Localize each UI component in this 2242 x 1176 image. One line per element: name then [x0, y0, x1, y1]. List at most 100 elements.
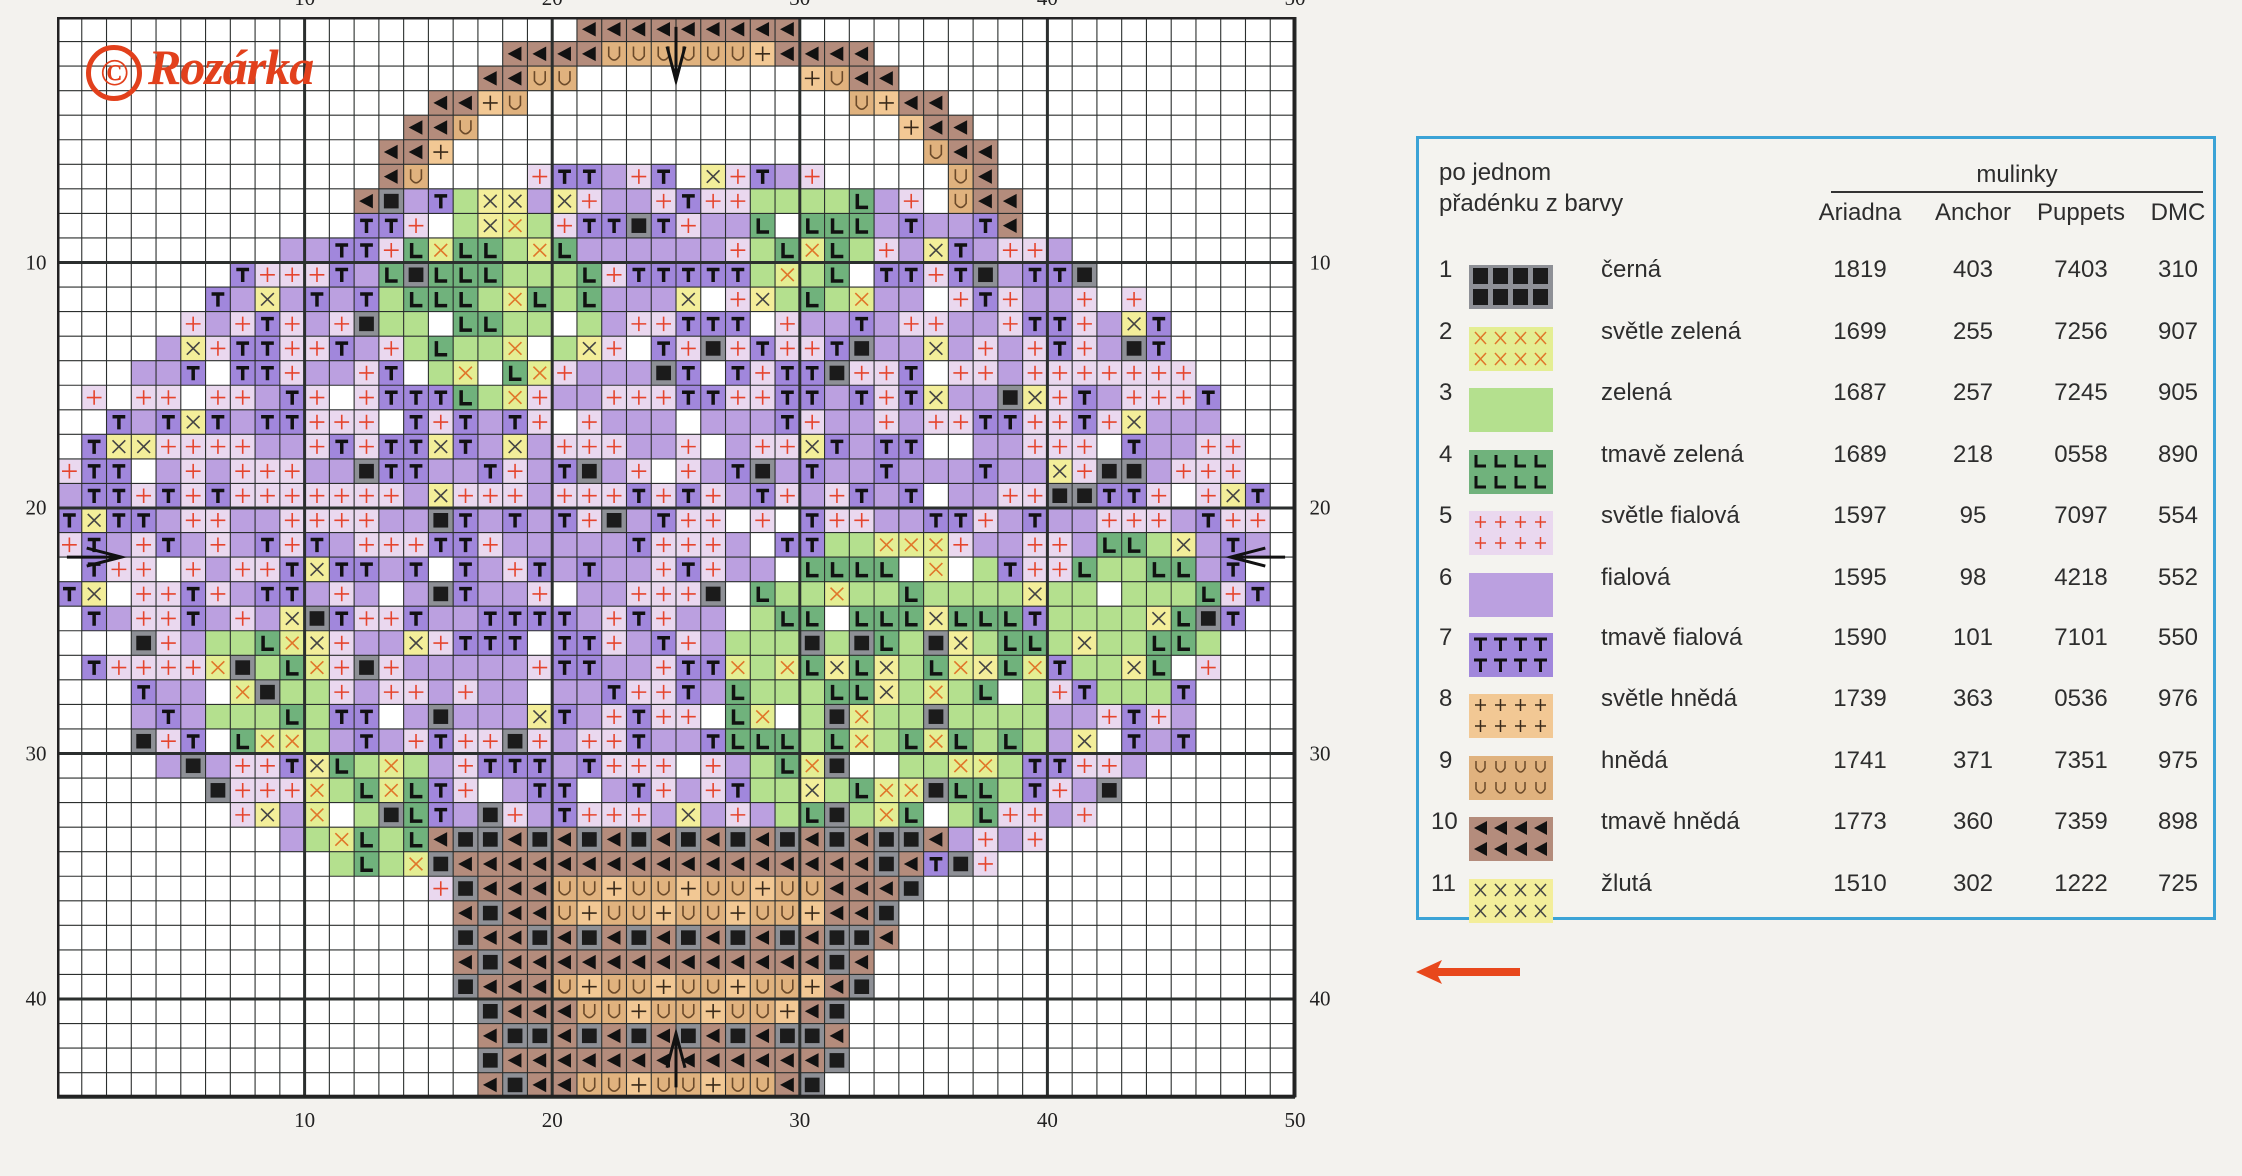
- stitch-6: [477, 679, 503, 705]
- stitch-7: [106, 409, 132, 435]
- stitch-6: [1096, 311, 1122, 337]
- stitch-1: [874, 827, 899, 852]
- stitch-5: [230, 557, 256, 582]
- stitch-7: [1245, 483, 1271, 508]
- stitch-8: [626, 1072, 652, 1098]
- stitch-10: [527, 949, 553, 975]
- stitch-4: [725, 679, 751, 705]
- stitch-3: [948, 802, 974, 828]
- stitch-10: [502, 66, 528, 91]
- stitch-6: [453, 655, 478, 680]
- stitch-6: [354, 630, 379, 656]
- stitch-5: [354, 385, 379, 410]
- stitch-7: [403, 434, 429, 459]
- ariadna-code: 1510: [1833, 870, 1887, 897]
- stitch-8: [725, 974, 751, 999]
- stitch-9: [576, 876, 602, 901]
- stitch-3: [849, 237, 875, 263]
- stitch-6: [552, 557, 577, 582]
- stitch-1: [799, 1072, 825, 1098]
- stitch-7: [81, 458, 107, 484]
- stitch-5: [156, 434, 181, 459]
- stitch-10: [477, 1023, 503, 1049]
- stitch-7: [626, 778, 652, 803]
- stitch-5: [329, 679, 355, 705]
- stitch-6: [453, 802, 478, 828]
- stitch-5: [1195, 458, 1221, 484]
- stitch-3: [502, 262, 528, 288]
- stitch-10: [576, 17, 602, 42]
- stitch-5: [527, 409, 553, 435]
- stitch-5: [403, 213, 429, 238]
- stitch-4: [948, 606, 974, 631]
- stitch-5: [131, 385, 157, 410]
- stitch-5: [725, 237, 751, 263]
- stitch-10: [403, 139, 429, 165]
- stitch-5: [576, 508, 602, 533]
- stitch-7: [626, 728, 652, 754]
- stitch-6: [948, 458, 974, 484]
- stitch-7: [255, 409, 280, 435]
- stitch-6: [453, 606, 478, 631]
- stitch-7: [428, 385, 454, 410]
- stitch-10: [477, 66, 503, 91]
- stitch-2: [874, 532, 899, 558]
- stitch-7: [428, 728, 454, 754]
- stitch-6: [601, 188, 627, 214]
- stitch-4: [453, 287, 478, 312]
- stitch-9: [626, 41, 652, 67]
- stitch-5: [279, 360, 305, 386]
- stitch-5: [205, 508, 231, 533]
- stitch-4: [725, 704, 751, 729]
- stitch-4: [725, 728, 751, 754]
- stitch-10: [973, 139, 998, 165]
- stitch-9: [700, 41, 726, 67]
- swatch-none-icon: [1469, 573, 1553, 617]
- stitch-5: [279, 311, 305, 337]
- stitch-7: [378, 385, 404, 410]
- stitch-3: [552, 336, 577, 361]
- stitch-5: [1072, 360, 1097, 386]
- stitch-1: [750, 458, 776, 484]
- stitch-6: [775, 164, 800, 189]
- stitch-7: [354, 728, 379, 754]
- x-axis-label-bottom: 30: [789, 1108, 811, 1132]
- stitch-6: [403, 508, 429, 533]
- stitch-5: [255, 557, 280, 582]
- stitch-2: [279, 728, 305, 754]
- stitch-7: [378, 360, 404, 386]
- stitch-7: [527, 753, 553, 779]
- stitch-3: [799, 262, 825, 288]
- swatch-plus-icon: [1469, 694, 1553, 738]
- stitch-2: [255, 728, 280, 754]
- stitch-5: [230, 311, 256, 337]
- stitch-6: [898, 409, 924, 435]
- stitch-5: [552, 213, 577, 238]
- stitch-10: [824, 900, 850, 926]
- stitch-4: [849, 679, 875, 705]
- stitch-8: [898, 115, 924, 140]
- stitch-6: [205, 458, 231, 484]
- stitch-5: [329, 630, 355, 656]
- stitch-5: [948, 287, 974, 312]
- y-axis-label-left: 30: [25, 741, 47, 765]
- stitch-5: [156, 581, 181, 607]
- stitch-5: [57, 458, 82, 484]
- stitch-7: [626, 262, 652, 288]
- stitch-8: [799, 66, 825, 91]
- stitch-6: [997, 458, 1023, 484]
- stitch-7: [576, 655, 602, 680]
- stitch-5: [874, 237, 899, 263]
- stitch-5: [676, 458, 701, 484]
- stitch-6: [973, 434, 998, 459]
- stitch-3: [1022, 728, 1048, 754]
- stitch-5: [725, 385, 751, 410]
- stitch-6: [329, 728, 355, 754]
- stitch-9: [651, 876, 676, 901]
- stitch-10: [849, 851, 875, 877]
- stitch-4: [898, 728, 924, 754]
- anchor-code: 403: [1952, 256, 1994, 283]
- stitch-4: [849, 557, 875, 582]
- stitch-7: [552, 655, 577, 680]
- stitch-5: [898, 188, 924, 214]
